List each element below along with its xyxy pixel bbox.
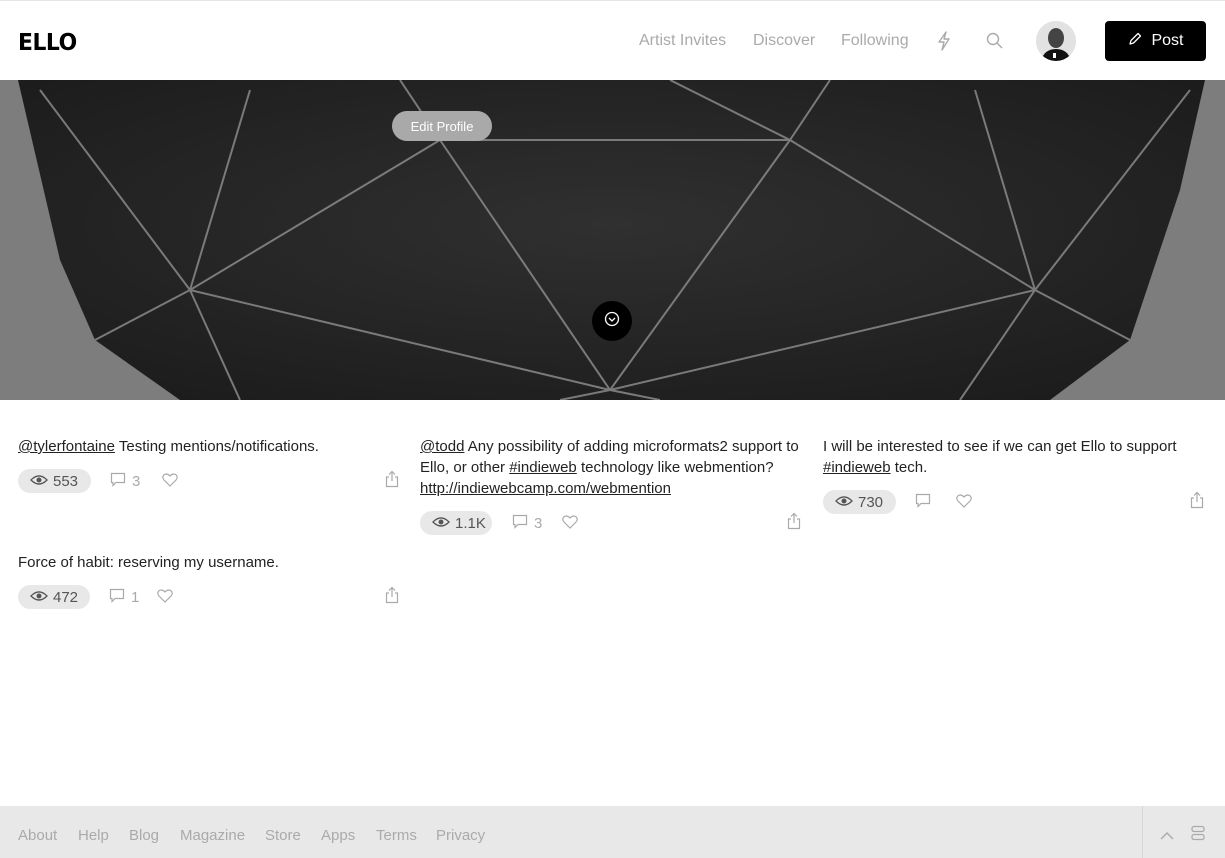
pencil-icon [1127, 31, 1143, 52]
footer-divider [1142, 806, 1143, 858]
views-count: 553 [53, 472, 79, 490]
footer-link-privacy[interactable]: Privacy [436, 827, 485, 844]
views-badge[interactable]: 472 [18, 585, 90, 609]
profile-cover-image: Edit Profile [0, 80, 1225, 400]
hashtag-link[interactable]: #indieweb [823, 459, 891, 476]
views-count: 472 [53, 588, 79, 606]
heart-icon[interactable] [157, 589, 173, 608]
comments-count: 3 [132, 473, 141, 490]
post-card: @todd Any possibility of adding microfor… [420, 436, 803, 535]
post-tools: 730 [823, 490, 1206, 514]
share-icon[interactable] [385, 470, 399, 493]
post-card: @tylerfontaine Testing mentions/notifica… [18, 436, 401, 493]
footer-link-apps[interactable]: Apps [321, 827, 355, 844]
nav-discover[interactable]: Discover [753, 32, 815, 50]
comment-icon [109, 588, 125, 607]
post-text: tech. [890, 459, 928, 476]
lightning-icon[interactable] [937, 31, 951, 56]
post-body: I will be interested to see if we can ge… [823, 436, 1206, 478]
cover-geometric-artwork [0, 80, 1225, 400]
comments-button[interactable] [915, 493, 937, 512]
eye-icon [30, 589, 48, 606]
post-button[interactable]: Post [1105, 21, 1206, 61]
share-icon[interactable] [385, 586, 399, 609]
layout-toggle-icon[interactable] [1191, 825, 1205, 846]
url-link[interactable]: http://indiewebcamp.com/webmention [420, 480, 671, 497]
comments-count: 3 [534, 515, 543, 532]
chevron-down-circle-icon [604, 311, 620, 332]
views-badge[interactable]: 730 [823, 490, 896, 514]
post-body: @tylerfontaine Testing mentions/notifica… [18, 436, 401, 457]
heart-icon[interactable] [562, 515, 578, 534]
edit-profile-button[interactable]: Edit Profile [392, 111, 492, 141]
mention-link[interactable]: @todd [420, 438, 464, 455]
comments-button[interactable]: 1 [109, 588, 139, 607]
comment-icon [512, 514, 528, 533]
post-card: I will be interested to see if we can ge… [823, 436, 1206, 514]
nav-following[interactable]: Following [841, 32, 909, 50]
mention-link[interactable]: @tylerfontaine [18, 438, 115, 455]
footer-link-blog[interactable]: Blog [129, 827, 159, 844]
footer-bar: About Help Blog Magazine Store Apps Term… [0, 806, 1225, 858]
comments-button[interactable]: 3 [110, 472, 140, 491]
search-icon[interactable] [986, 32, 1004, 55]
heart-icon[interactable] [162, 473, 178, 492]
comment-icon [915, 493, 931, 512]
footer-link-store[interactable]: Store [265, 827, 301, 844]
footer-link-about[interactable]: About [18, 827, 57, 844]
share-icon[interactable] [1190, 491, 1204, 514]
footer-link-magazine[interactable]: Magazine [180, 827, 245, 844]
post-card: Force of habit: reserving my username. 4… [18, 552, 401, 609]
heart-icon[interactable] [956, 494, 972, 513]
post-tools: 472 1 [18, 585, 401, 609]
footer-link-terms[interactable]: Terms [376, 827, 417, 844]
views-badge[interactable]: 553 [18, 469, 91, 493]
eye-icon [30, 473, 48, 490]
views-count: 1.1K [455, 514, 486, 532]
views-badge[interactable]: 1.1K [420, 511, 492, 535]
post-body: @todd Any possibility of adding microfor… [420, 436, 803, 499]
share-icon[interactable] [787, 512, 801, 535]
scroll-down-button[interactable] [592, 301, 632, 341]
eye-icon [835, 494, 853, 511]
avatar[interactable] [1036, 21, 1076, 61]
chevron-up-icon[interactable] [1160, 828, 1174, 846]
post-button-label: Post [1151, 32, 1184, 49]
hashtag-link[interactable]: #indieweb [509, 459, 577, 476]
post-body: Force of habit: reserving my username. [18, 554, 279, 571]
comment-icon [110, 472, 126, 491]
post-text: technology like webmention? [576, 459, 774, 476]
nav-artist-invites[interactable]: Artist Invites [639, 32, 726, 50]
ello-logo[interactable]: ELLO [18, 30, 77, 56]
views-count: 730 [858, 493, 884, 511]
footer-link-help[interactable]: Help [78, 827, 109, 844]
comments-count: 1 [131, 589, 140, 606]
post-text: Testing mentions/notifications. [114, 438, 319, 455]
post-tools: 553 3 [18, 469, 401, 493]
top-navigation-bar: ELLO Artist Invites Discover Following P… [0, 0, 1225, 80]
post-tools: 1.1K 3 [420, 511, 803, 535]
comments-button[interactable]: 3 [512, 514, 542, 533]
eye-icon [432, 515, 450, 532]
post-text: I will be interested to see if we can ge… [823, 438, 1177, 455]
